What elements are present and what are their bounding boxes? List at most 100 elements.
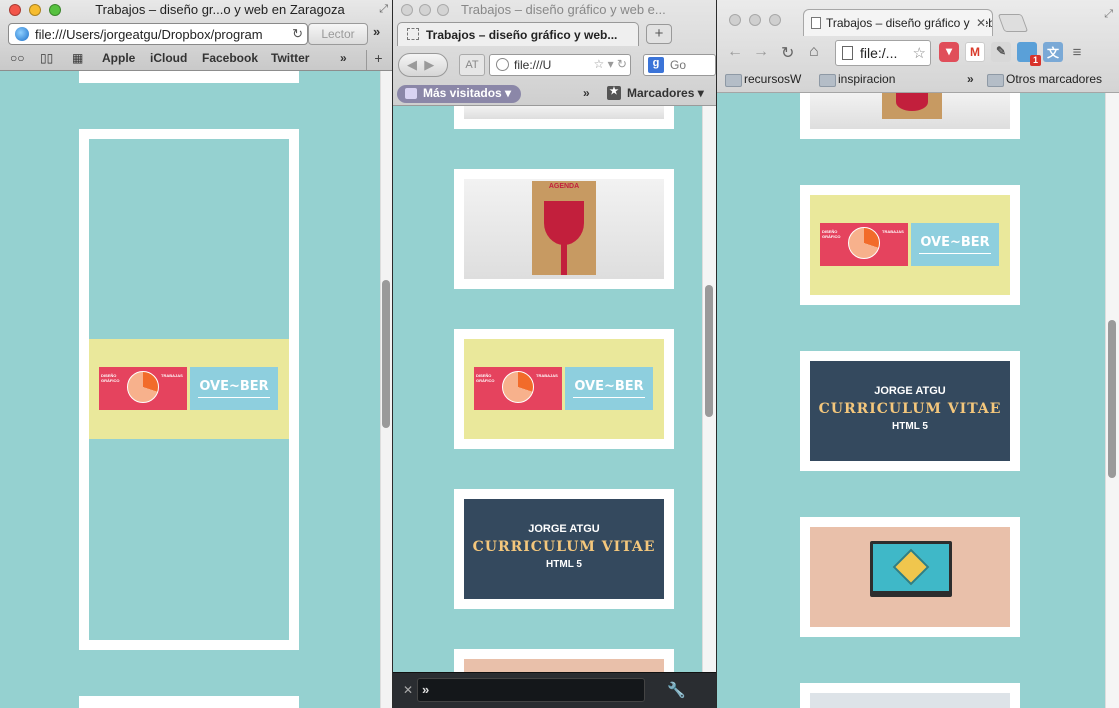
translate-icon[interactable]: 文	[1043, 42, 1063, 62]
brand-word: OVE~BER	[920, 235, 990, 250]
page-icon	[811, 17, 821, 29]
bookmark-facebook[interactable]: Facebook	[202, 51, 258, 65]
forward-icon[interactable]: →	[753, 43, 769, 61]
bookmarks-overflow[interactable]: »	[967, 72, 974, 86]
reload-icon[interactable]: ↻	[289, 26, 303, 42]
reload-icon[interactable]: ↻	[781, 43, 794, 63]
devtools-command-input[interactable]: »	[417, 678, 645, 702]
zoom-button[interactable]	[437, 4, 449, 16]
work-thumbnail[interactable]	[79, 696, 299, 708]
bookmark-folder-inspiracion[interactable]: inspiracion	[819, 72, 895, 87]
zoom-button[interactable]	[49, 4, 61, 16]
top-sites-grid-icon[interactable]: ▦	[72, 51, 83, 65]
bookmark-star-icon[interactable]: ☆ ▾ ↻	[593, 57, 627, 71]
address-bar[interactable]: file:///Users/jorgeatgu/Dropbox/program …	[8, 23, 308, 45]
most-visited-button[interactable]: Más visitados ▾	[397, 85, 521, 103]
scrollbar-thumb[interactable]	[382, 280, 390, 428]
work-thumbnail[interactable]	[800, 683, 1020, 708]
bookmarks-menu[interactable]: ★ Marcadores ▾	[607, 86, 704, 100]
bookmark-apple[interactable]: Apple	[102, 51, 135, 65]
cv-subtitle: HTML 5	[546, 559, 582, 570]
scrollbar-thumb[interactable]	[705, 285, 713, 417]
cv-subtitle: HTML 5	[892, 421, 928, 432]
url-text: file:/...	[860, 45, 898, 61]
work-thumbnail[interactable]: JORGE ATGU CURRICULUM VITAE HTML 5	[800, 351, 1020, 471]
brand-panel: OVE~BER	[911, 223, 999, 266]
work-thumbnail[interactable]	[800, 93, 1020, 139]
close-button[interactable]	[401, 4, 413, 16]
bookmarks-overflow[interactable]: »	[583, 86, 590, 100]
developer-toolbar: ✕ » 🔧	[393, 672, 716, 708]
zoom-button[interactable]	[769, 14, 781, 26]
work-thumbnail[interactable]	[454, 106, 674, 129]
bookmark-star-icon[interactable]: ☆	[912, 44, 926, 62]
page-icon	[407, 28, 419, 40]
infographic-text: DISEÑO GRÁFICO	[476, 373, 495, 383]
close-icon[interactable]: ✕	[403, 683, 413, 697]
bookmark-folder-other[interactable]: Otros marcadores	[987, 72, 1102, 87]
fullscreen-icon[interactable]: ⤢	[1104, 8, 1113, 21]
bookmark-icloud[interactable]: iCloud	[150, 51, 187, 65]
wrench-icon[interactable]: 🔧	[667, 681, 686, 699]
search-box[interactable]: g Go	[643, 54, 716, 76]
extension-icon[interactable]: 1	[1017, 42, 1041, 66]
close-tab-icon[interactable]: ✕	[972, 16, 986, 30]
tab-trabajos[interactable]: Trabajos – diseño gráfico y web ✕	[803, 9, 993, 36]
wine-glass-graphic	[544, 201, 584, 245]
reading-list-icon[interactable]: ○○	[10, 51, 25, 65]
new-tab-button[interactable]	[997, 14, 1029, 32]
bookmark-twitter[interactable]: Twitter	[271, 51, 309, 65]
brand-word: OVE~BER	[199, 379, 269, 394]
url-text: file:///Users/jorgeatgu/Dropbox/program	[35, 27, 263, 42]
tab-trabajos[interactable]: Trabajos – diseño gráfico y web...	[397, 22, 639, 46]
eyedropper-icon[interactable]: ✎	[991, 42, 1011, 62]
address-bar[interactable]: file:/... ☆	[835, 40, 931, 66]
address-bar[interactable]: file:///U ☆ ▾ ↻	[489, 54, 631, 76]
reader-button[interactable]: AT	[459, 54, 485, 76]
bookmarks-book-icon[interactable]: ▯▯	[40, 51, 53, 65]
work-thumbnail[interactable]: DISEÑO GRÁFICO TRABAJAS OVE~BER	[79, 129, 299, 650]
home-icon[interactable]: ⌂	[809, 43, 819, 61]
pie-graphic	[502, 371, 534, 403]
bookmarks-overflow[interactable]: »	[340, 51, 347, 65]
work-thumbnail[interactable]	[79, 71, 299, 83]
minimize-button[interactable]	[749, 14, 761, 26]
google-icon[interactable]: g	[648, 57, 664, 73]
reader-button[interactable]: Lector	[308, 23, 368, 45]
bookmark-folder-recursosw[interactable]: recursosW	[725, 72, 801, 87]
back-forward-buttons[interactable]: ◀ ▶	[398, 53, 448, 77]
toolbar-overflow-button[interactable]: »	[373, 24, 380, 39]
scrollbar-thumb[interactable]	[1108, 320, 1116, 478]
new-tab-button[interactable]: +	[646, 24, 672, 44]
infographic-text-right: TRABAJAS	[882, 229, 904, 234]
close-button[interactable]	[729, 14, 741, 26]
chrome-toolbar: Trabajos – diseño gráfico y web ✕ ⤢ ← → …	[717, 0, 1119, 93]
search-text: Go	[670, 58, 687, 72]
minimize-button[interactable]	[29, 4, 41, 16]
pocket-icon[interactable]: ▾	[939, 42, 959, 62]
add-bookmark-button[interactable]: +	[366, 50, 390, 70]
safari-toolbar: Trabajos – diseño gr...o y web en Zarago…	[0, 0, 392, 71]
work-thumbnail[interactable]: JORGE ATGU CURRICULUM VITAE HTML 5	[454, 489, 674, 609]
monitor-screen	[873, 544, 949, 591]
fullscreen-icon[interactable]: ⤢	[379, 3, 388, 16]
work-thumbnail[interactable]: DISEÑO GRÁFICO TRABAJAS OVE~BER	[800, 185, 1020, 305]
pie-graphic	[127, 371, 159, 403]
close-button[interactable]	[9, 4, 21, 16]
overmustache-image: DISEÑO GRÁFICO TRABAJAS OVE~BER	[89, 339, 289, 439]
bookmarks-bar: Más visitados ▾ » ★ Marcadores ▾	[393, 84, 716, 104]
safari-window: Trabajos – diseño gr...o y web en Zarago…	[0, 0, 392, 708]
minimize-button[interactable]	[419, 4, 431, 16]
gmail-icon[interactable]: M	[965, 42, 985, 62]
work-thumbnail[interactable]	[800, 517, 1020, 637]
glass-stem	[561, 243, 567, 275]
globe-icon	[15, 27, 29, 41]
work-thumbnail[interactable]: AGENDA	[454, 169, 674, 289]
back-icon[interactable]: ←	[727, 43, 743, 61]
thumbnail-image	[464, 106, 664, 119]
overmustache-image: DISEÑO GRÁFICO TRABAJAS OVE~BER	[464, 339, 664, 439]
window-title: Trabajos – diseño gráfico y web e...	[461, 2, 666, 17]
firefox-toolbar: Trabajos – diseño gráfico y web e... Tra…	[393, 0, 716, 106]
menu-icon[interactable]: ≡	[1067, 42, 1087, 62]
work-thumbnail[interactable]: DISEÑO GRÁFICO TRABAJAS OVE~BER	[454, 329, 674, 449]
